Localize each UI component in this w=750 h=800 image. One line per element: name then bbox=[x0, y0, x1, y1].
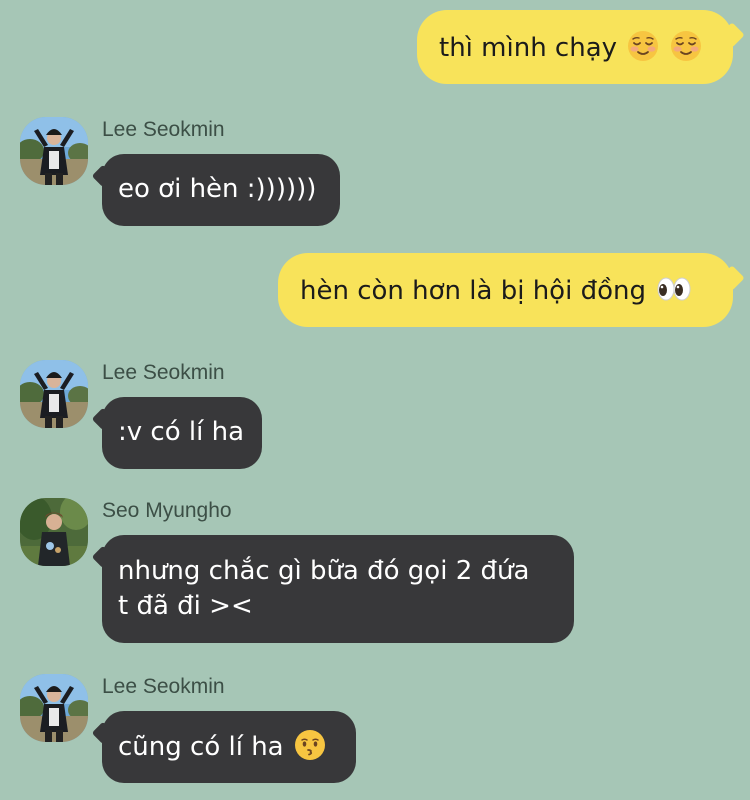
message-text: eo ơi hèn :)))))) bbox=[118, 174, 317, 204]
incoming-message[interactable]: cũng có lí ha bbox=[102, 711, 356, 783]
sender-name: Lee Seokmin bbox=[102, 361, 225, 384]
relieved-face-emoji-icon bbox=[670, 30, 702, 62]
incoming-message[interactable]: :v có lí ha bbox=[102, 397, 262, 469]
eyes-emoji-icon bbox=[656, 273, 692, 305]
avatar[interactable] bbox=[20, 674, 88, 742]
avatar[interactable] bbox=[20, 117, 88, 185]
outgoing-message[interactable]: thì mình chạy bbox=[417, 10, 733, 84]
message-text: :v có lí ha bbox=[118, 417, 245, 447]
chat-area: thì mình chạy Lee Seokmin eo ơi hèn:)))… bbox=[0, 0, 750, 800]
message-text: cũng có lí ha bbox=[118, 732, 284, 762]
sender-name: Seo Myungho bbox=[102, 499, 232, 522]
message-line: nhưng chắc gì bữa đó gọi 2 đứa bbox=[118, 556, 530, 586]
incoming-message[interactable]: eo ơi hèn :)))))) bbox=[102, 154, 340, 226]
avatar[interactable] bbox=[20, 498, 88, 566]
incoming-message-group: Lee Seokmin cũng có lí ha bbox=[20, 674, 360, 784]
incoming-message[interactable]: nhưng chắc gì bữa đó gọi 2 đứa t đã đi >… bbox=[102, 535, 574, 643]
sender-name: Lee Seokmin bbox=[102, 675, 225, 698]
relieved-face-emoji-icon bbox=[627, 30, 659, 62]
outgoing-message[interactable]: hèn còn hơn là bị hội đồng bbox=[278, 253, 733, 327]
sender-name: Lee Seokmin bbox=[102, 118, 225, 141]
message-line: t đã đi >< bbox=[118, 591, 253, 621]
avatar[interactable] bbox=[20, 360, 88, 428]
message-text: thì mình chạy bbox=[439, 33, 618, 63]
incoming-message-group: Lee Seokmin :v có lí ha bbox=[20, 360, 300, 470]
kissing-face-emoji-icon bbox=[294, 729, 326, 761]
message-text: hèn còn hơn là bị hội đồng bbox=[300, 276, 646, 306]
incoming-message-group: Lee Seokmin eo ơi hèn :)))))) bbox=[20, 117, 360, 227]
incoming-message-group: Seo Myungho nhưng chắc gì bữa đó gọi 2 đ… bbox=[20, 498, 580, 648]
